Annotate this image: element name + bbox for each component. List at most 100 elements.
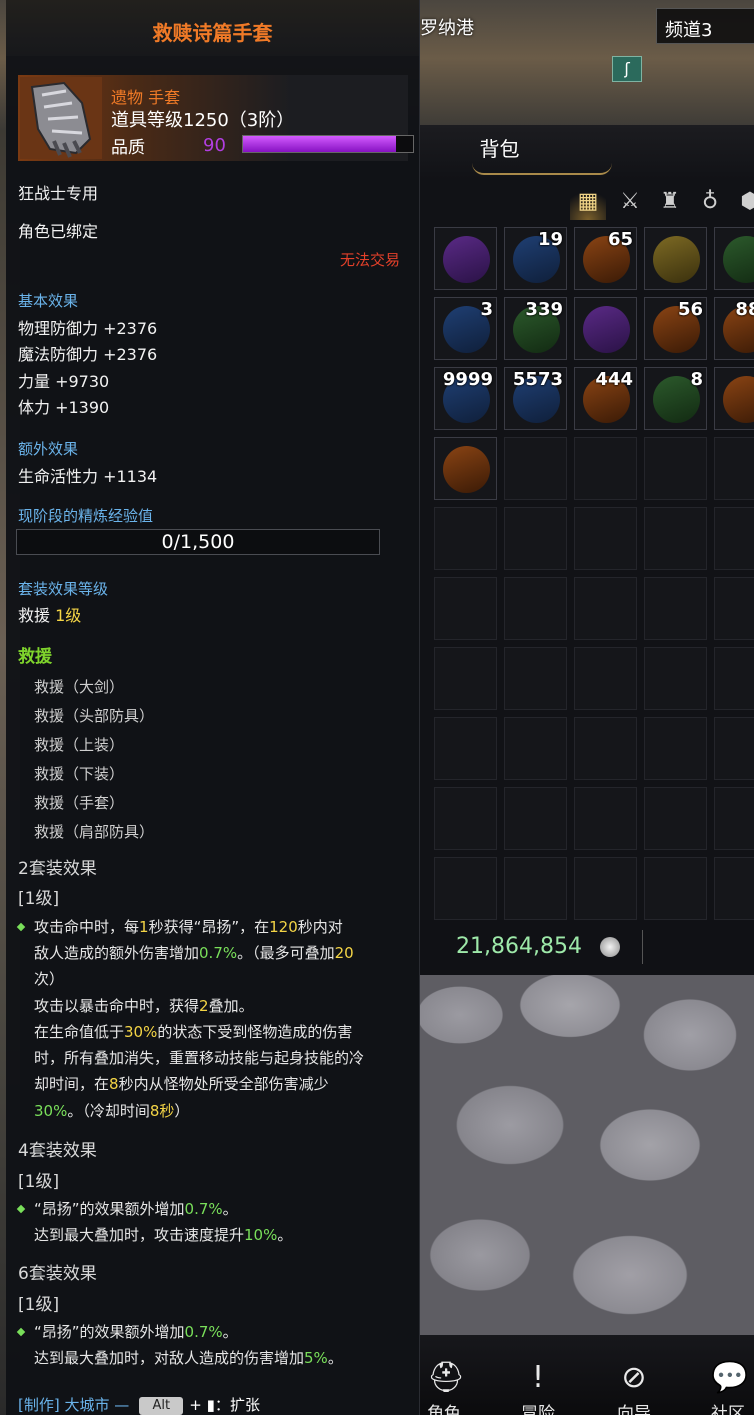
inventory-slot[interactable] [574,297,637,360]
quality-bar-fill [243,136,396,152]
bullet-icon [16,1204,26,1214]
set-piece: 救援（头部防具） [34,707,155,725]
set2-desc-line: 时，所有叠加消失，重置移动技能与起身技能的冷 [34,1049,365,1067]
basic-effect-title: 基本效果 [18,292,79,310]
inventory-slot[interactable] [574,647,637,710]
inventory-slot[interactable] [714,857,754,920]
inventory-slot[interactable] [644,577,707,640]
inventory-slot[interactable]: 65 [574,227,637,290]
inventory-slot[interactable] [434,787,497,850]
inventory-slot[interactable] [504,857,567,920]
inventory-slot[interactable] [434,577,497,640]
exclamation-icon: ! [531,1360,545,1395]
nav-adventure[interactable]: ! 冒险 [498,1335,578,1415]
inventory-slot[interactable]: 444 [574,367,637,430]
inventory-slot[interactable] [574,577,637,640]
inventory-slot[interactable] [434,717,497,780]
inventory-slot[interactable] [714,647,754,710]
nav-guide[interactable]: ⊘ 向导 [594,1335,674,1415]
set-name: 救援 [18,647,52,667]
grid-icon[interactable]: ▦ [570,184,606,220]
inventory-slot[interactable] [644,227,707,290]
title-ornament [472,163,612,175]
inventory-slot[interactable]: 339 [504,297,567,360]
channel-selector[interactable]: 频道3 [656,8,754,44]
item-icon [653,236,700,283]
inventory-slot[interactable] [434,857,497,920]
inventory-slot[interactable] [644,437,707,500]
item-count: 339 [525,299,563,320]
basic-stat: 魔法防御力 +2376 [18,345,158,364]
hook-icon[interactable]: ʃ [612,56,642,82]
bullet-icon [16,922,26,932]
weapon-icon[interactable]: ⚔ [612,184,648,220]
inventory-slot[interactable] [574,437,637,500]
item-icon [443,236,490,283]
inventory-slot[interactable] [714,787,754,850]
set2-desc-line: 攻击以暴击命中时，获得2叠加。 [34,997,254,1015]
item-name: 救赎诗篇手套 [152,21,273,45]
inventory-slot[interactable] [574,507,637,570]
item-summary: 遗物 手套 道具等级1250（3阶） 品质 90 [18,75,414,161]
inventory-slot[interactable]: 9999 [434,367,497,430]
inventory-tabs: ▦ ⚔ ♜ ♁ ⬢ [420,180,754,225]
inventory-slot[interactable] [434,647,497,710]
compass-icon: ⊘ [621,1360,647,1395]
inventory-slot[interactable]: 19 [504,227,567,290]
set2-desc-line: 30%。（冷却时间8秒） [34,1102,190,1120]
inventory-slot[interactable] [644,717,707,780]
inventory-slot[interactable]: 5573 [504,367,567,430]
nav-community[interactable]: 💬 社区 [688,1335,754,1415]
stone-floor [420,975,754,1335]
inventory-slot[interactable] [714,577,754,640]
inventory-slot[interactable] [504,787,567,850]
inventory-slot[interactable] [644,647,707,710]
item-category: 遗物 手套 [111,88,181,107]
inventory-slot[interactable] [714,507,754,570]
item-count: 444 [595,369,633,390]
set4-title: 4套装效果 [18,1141,97,1161]
inventory-slot[interactable] [504,717,567,780]
inventory-slot[interactable] [644,857,707,920]
inventory-slot[interactable] [504,437,567,500]
inventory-slot[interactable] [504,507,567,570]
potion-icon[interactable]: ♁ [692,184,728,220]
set2-desc-line: 敌人造成的额外伤害增加0.7%。（最多可叠加20 [34,944,354,962]
inventory-slot[interactable] [504,577,567,640]
set-piece: 救援（大剑） [34,678,125,696]
armor-icon[interactable]: ♜ [652,184,688,220]
set2-desc-line: 在生命值低于30%的状态下受到怪物造成的伤害 [34,1023,353,1041]
inventory-slot[interactable]: 56 [644,297,707,360]
game-screen: 罗纳港 频道3 ʃ 背包 ▦ ⚔ ♜ ♁ ⬢ 19 65 3 339 56 884 9999… [0,0,754,1415]
inventory-slot[interactable] [714,717,754,780]
inventory-slot[interactable] [714,437,754,500]
quality-label: 品质 [111,138,145,158]
set4-desc-line: “昂扬”的效果额外增加0.7%。 [34,1200,238,1218]
inventory-slot[interactable] [434,227,497,290]
item-count: 19 [537,229,563,250]
alt-key-icon: Alt [139,1397,184,1415]
item-count: 56 [677,299,703,320]
set6-desc-line: 达到最大叠加时，对敌人造成的伤害增加5%。 [34,1349,343,1367]
inventory-slot[interactable]: 3 [434,297,497,360]
inventory-slot[interactable] [644,787,707,850]
set6-title: 6套装效果 [18,1264,97,1284]
inventory-slot[interactable]: 884 [714,297,754,360]
inventory-slot[interactable] [434,437,497,500]
craft-tag: [制作] [18,1396,60,1414]
inventory-slot[interactable] [574,857,637,920]
inventory-slot[interactable] [714,227,754,290]
inventory-slot[interactable] [644,507,707,570]
inventory-slot[interactable] [574,717,637,780]
gem-icon[interactable]: ⬢ [732,184,754,220]
inventory-slot[interactable] [504,647,567,710]
set-level: 救援 1级 [18,602,81,626]
set-level-name: 救援 [18,606,51,625]
set2-desc-line: 攻击命中时，每1秒获得“昂扬”，在120秒内对 [34,918,343,936]
inventory-slot[interactable] [714,367,754,430]
inventory-slot[interactable]: 8 [644,367,707,430]
bound-status: 角色已绑定 [18,222,99,241]
inventory-slot[interactable] [574,787,637,850]
plus-sign: + [189,1396,202,1414]
inventory-slot[interactable] [434,507,497,570]
